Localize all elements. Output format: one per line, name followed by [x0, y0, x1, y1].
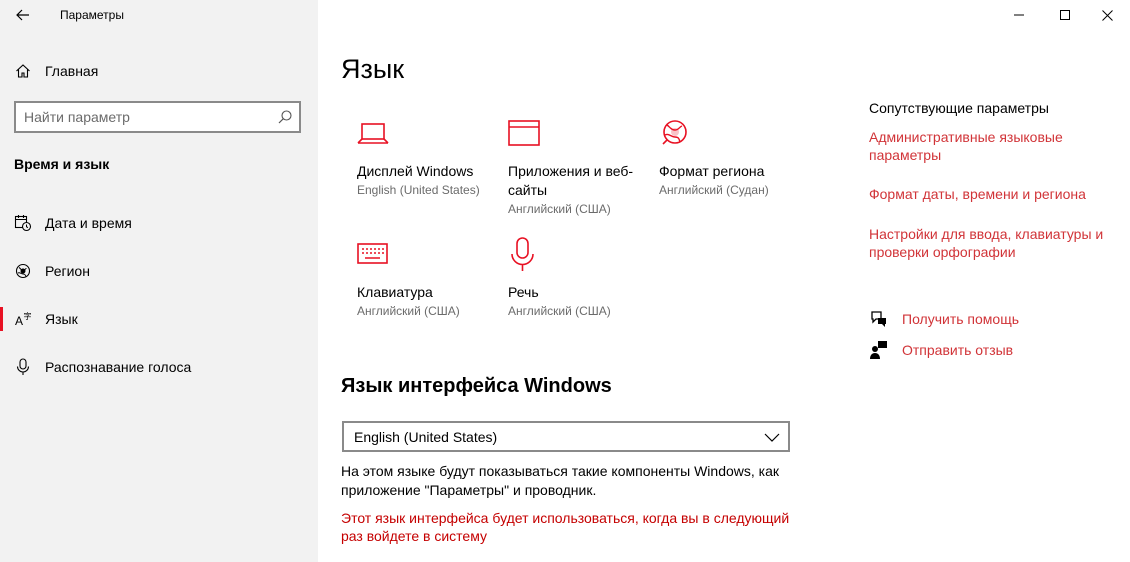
get-help-link[interactable]: Получить помощь [869, 308, 1019, 330]
region-icon [14, 262, 32, 280]
laptop-icon [357, 123, 389, 144]
svg-text:A: A [15, 314, 23, 327]
minimize-icon [1014, 14, 1024, 16]
app-title: Параметры [60, 8, 124, 22]
active-indicator [0, 307, 3, 331]
search-input[interactable] [24, 107, 274, 127]
tile-subtitle: Английский (США) [508, 304, 611, 318]
microphone-icon [511, 237, 534, 271]
sidebar-item-label: Язык [45, 311, 78, 327]
back-button[interactable] [12, 4, 34, 26]
svg-text:字: 字 [24, 311, 32, 321]
tile-windows-display[interactable]: Дисплей Windows English (United States) [357, 116, 502, 199]
display-language-select[interactable]: English (United States) [342, 421, 790, 452]
tile-subtitle: English (United States) [357, 183, 480, 197]
send-feedback-label: Отправить отзыв [902, 342, 1014, 358]
display-language-heading: Язык интерфейса Windows [341, 375, 612, 397]
sidebar-item-label: Распознавание голоса [45, 359, 192, 375]
tile-title: Приложения и веб-сайты [508, 163, 634, 198]
minimize-button[interactable] [996, 0, 1042, 30]
display-language-description: На этом языке будут показываться такие к… [341, 463, 780, 498]
typing-keyboard-spelling-link[interactable]: Настройки для ввода, клавиатуры и провер… [869, 225, 1119, 261]
feedback-person-icon [870, 341, 887, 359]
tile-keyboard[interactable]: Клавиатура Английский (США) [357, 237, 502, 320]
send-feedback-link[interactable]: Отправить отзыв [869, 339, 1013, 361]
tile-title: Формат региона [659, 163, 765, 179]
language-icon: A字 [14, 310, 32, 328]
search-icon[interactable] [277, 109, 293, 125]
sidebar: Параметры Главная Время и язык Дата и вр… [0, 0, 318, 562]
chevron-down-icon [764, 433, 780, 442]
sidebar-item-label: Главная [45, 63, 99, 79]
tile-subtitle: Английский (США) [357, 304, 460, 318]
microphone-icon [14, 358, 32, 376]
help-chat-icon [871, 311, 886, 327]
page-title: Язык [341, 54, 405, 84]
tile-title: Дисплей Windows [357, 163, 474, 179]
sidebar-item-home[interactable]: Главная [0, 51, 318, 91]
tile-apps-websites[interactable]: Приложения и веб-сайты Английский (США) [508, 116, 638, 218]
tile-subtitle: Английский (США) [508, 202, 611, 216]
admin-language-settings-link[interactable]: Административные языковые параметры [869, 128, 1119, 164]
search-box[interactable] [14, 101, 301, 133]
maximize-icon [1060, 10, 1070, 20]
keyboard-icon [357, 243, 388, 264]
date-time-region-link[interactable]: Формат даты, времени и региона [869, 185, 1119, 203]
section-title: Время и язык [14, 156, 110, 172]
tile-subtitle: Английский (Судан) [659, 183, 769, 197]
close-button[interactable] [1084, 0, 1130, 30]
sidebar-item-label: Регион [45, 263, 90, 279]
tile-title: Клавиатура [357, 284, 433, 300]
select-value: English (United States) [354, 429, 498, 445]
browser-window-icon [508, 120, 540, 146]
globe-icon [662, 120, 687, 145]
related-settings-title: Сопутствующие параметры [869, 100, 1049, 116]
get-help-label: Получить помощь [902, 311, 1020, 327]
close-icon [1101, 9, 1113, 21]
maximize-button[interactable] [1042, 0, 1088, 30]
back-arrow-icon [16, 9, 29, 21]
home-icon [14, 62, 32, 80]
sidebar-item-speech[interactable]: Распознавание голоса [0, 347, 318, 387]
display-language-warning: Этот язык интерфейса будет использоватьс… [341, 510, 790, 544]
tile-regional-format[interactable]: Формат региона Английский (Судан) [659, 116, 804, 199]
sidebar-item-label: Дата и время [45, 215, 132, 231]
sidebar-item-date-time[interactable]: Дата и время [0, 203, 318, 243]
tile-title: Речь [508, 284, 539, 300]
tile-speech[interactable]: Речь Английский (США) [508, 237, 653, 320]
sidebar-item-region[interactable]: Регион [0, 251, 318, 291]
sidebar-item-language[interactable]: A字 Язык [0, 299, 318, 339]
date-time-icon [14, 214, 32, 232]
